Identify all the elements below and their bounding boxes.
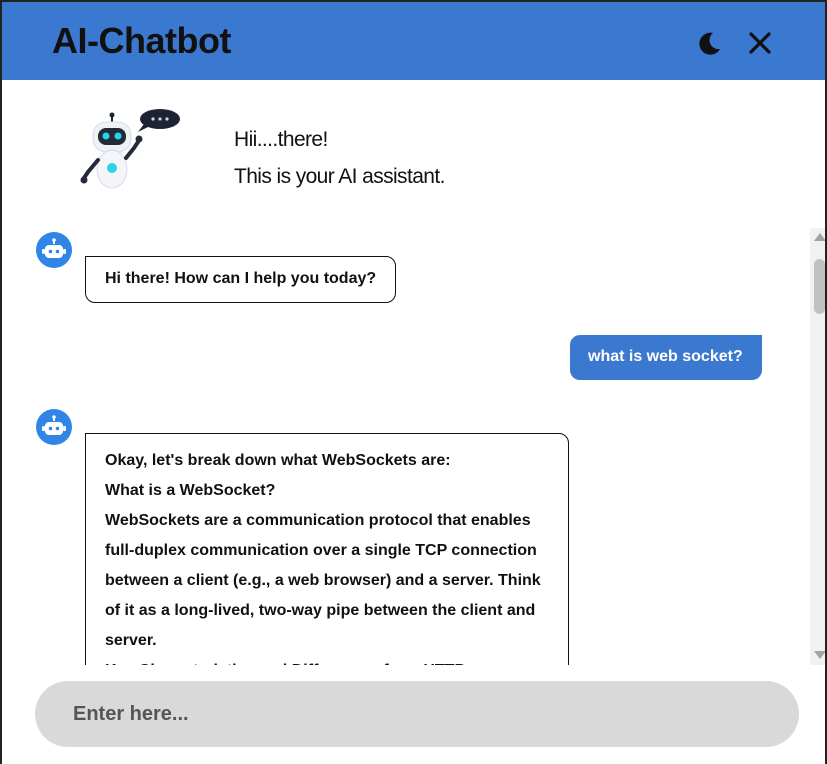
chat-messages[interactable]: Hi there! How can I help you today? what… — [2, 228, 810, 665]
chat-scrollbar[interactable] — [810, 228, 825, 665]
scroll-down-arrow[interactable] — [814, 651, 825, 659]
close-icon — [749, 32, 771, 54]
message-paragraph: Okay, let's break down what WebSockets a… — [105, 452, 451, 469]
header-bar: AI-Chatbot — [2, 2, 825, 80]
scroll-up-arrow[interactable] — [814, 233, 825, 241]
bot-avatar — [36, 232, 72, 268]
chatbot-window: AI-Chatbot Hii....there! This is your AI… — [0, 0, 827, 764]
bot-avatar — [36, 409, 72, 445]
bot-message: Okay, let's break down what WebSockets a… — [85, 433, 569, 665]
message-input[interactable] — [35, 681, 799, 747]
app-title: AI-Chatbot — [52, 20, 231, 61]
close-button[interactable] — [743, 26, 777, 60]
intro-subtitle: This is your AI assistant. — [234, 165, 445, 188]
theme-toggle-button[interactable] — [692, 26, 726, 60]
robot-icon — [42, 415, 66, 435]
message-paragraph: WebSockets are a communication protocol … — [105, 512, 541, 649]
moon-icon — [699, 32, 720, 55]
robot-icon — [42, 238, 66, 258]
user-message: what is web socket? — [570, 335, 762, 380]
robot-illustration — [80, 109, 180, 189]
bot-message: Hi there! How can I help you today? — [85, 256, 396, 303]
intro-section: Hii....there! This is your AI assistant. — [2, 80, 825, 210]
intro-greeting: Hii....there! — [234, 128, 328, 151]
message-paragraph: What is a WebSocket? — [105, 482, 276, 499]
scroll-thumb[interactable] — [814, 259, 825, 314]
message-paragraph: Key Characteristics and Differences from… — [105, 656, 550, 665]
